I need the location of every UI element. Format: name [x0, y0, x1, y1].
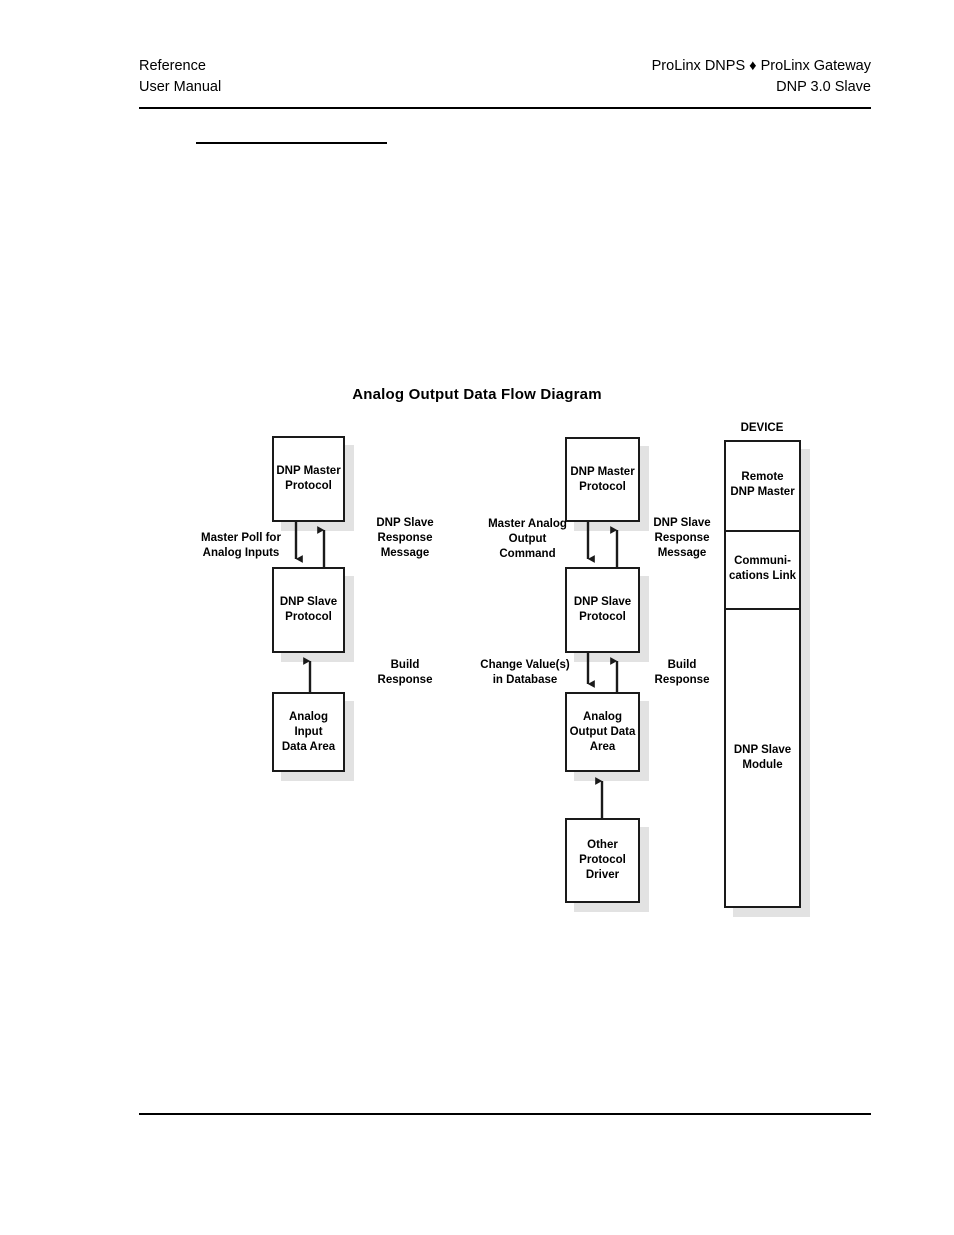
analog-output-data-flow-diagram: Analog Output Data Flow Diagram DNP Mast… — [0, 0, 954, 1235]
diagram-title: Analog Output Data Flow Diagram — [352, 386, 602, 403]
node-center-dnp-slave-protocol: DNP Slave Protocol — [565, 567, 640, 653]
node-analog-output-data-area: Analog Output Data Area — [565, 692, 640, 772]
node-left-dnp-master-protocol: DNP Master Protocol — [272, 436, 345, 522]
label-change-values-in-database: Change Value(s) in Database — [480, 659, 570, 686]
node-center-dnp-master-protocol: DNP Master Protocol — [565, 437, 640, 522]
device-cell-remote-dnp-master: Remote DNP Master — [730, 471, 795, 498]
device-cell-dnp-slave-module: DNP Slave Module — [733, 744, 792, 771]
footer-divider — [139, 1113, 871, 1115]
node-left-dnp-slave-protocol: DNP Slave Protocol — [272, 567, 345, 653]
node-other-protocol-driver: Other Protocol Driver — [565, 818, 640, 903]
label-left-build-response: Build Response — [377, 659, 433, 686]
label-center-build-response: Build Response — [654, 659, 710, 686]
label-master-analog-output-command: Master Analog Output Command — [488, 518, 567, 560]
label-master-poll-for-analog-inputs: Master Poll for Analog Inputs — [201, 532, 281, 559]
device-column-title: DEVICE — [740, 422, 784, 434]
label-left-dnp-slave-response-message: DNP Slave Response Message — [376, 517, 434, 559]
device-cell-communications-link: Communi- cations Link — [728, 555, 797, 582]
diagram-arrows — [294, 522, 619, 818]
node-analog-input-data-area: Analog Input Data Area — [272, 692, 345, 772]
label-center-dnp-slave-response-message: DNP Slave Response Message — [653, 517, 711, 559]
